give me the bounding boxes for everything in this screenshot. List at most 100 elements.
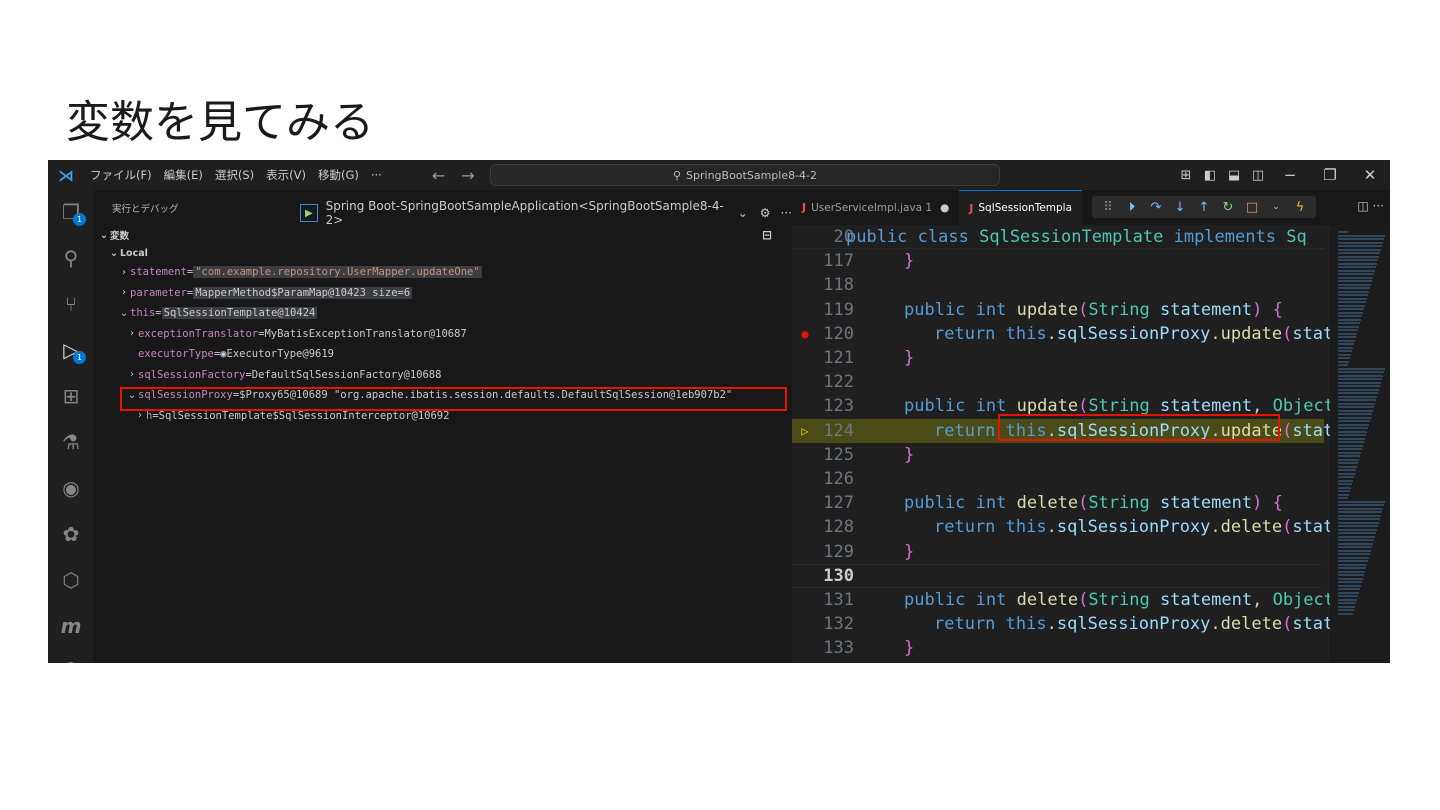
activity-bar: ❐1 ⚲ ⑂ ▷1 ⊞ ⚗ ◉ ✿ ⬡ m ◍ [48, 190, 94, 663]
testing-icon[interactable]: ⚗ [48, 422, 94, 462]
code-line[interactable]: 130 [792, 563, 1324, 588]
gear-icon[interactable]: ⚙ [760, 206, 771, 220]
source-control-icon[interactable]: ⑂ [48, 284, 94, 324]
variable-row[interactable]: ⌄ this = SqlSessionTemplate@10424 [94, 303, 792, 324]
extensions-icon[interactable]: ⊞ [48, 376, 94, 416]
search-icon[interactable]: ⚲ [48, 238, 94, 278]
chevron-right-icon[interactable]: › [126, 328, 138, 339]
minimap-line [1338, 535, 1375, 538]
code-line[interactable]: 118 [792, 273, 1324, 297]
menu-file[interactable]: ファイル(F) [84, 167, 158, 183]
menu-view[interactable]: 表示(V) [260, 167, 312, 183]
package-icon[interactable]: ⬡ [48, 560, 94, 600]
editor-group: J UserServiceImpl.java 1 ● J SqlSessionT… [792, 190, 1390, 663]
launch-config-selector[interactable]: ▶ Spring Boot-SpringBootSampleApplicatio… [300, 199, 792, 227]
code-line[interactable]: 117} [792, 249, 1324, 273]
code-line[interactable]: 129} [792, 540, 1324, 564]
variable-row[interactable]: › exceptionTranslator = MyBatisExceptionT… [94, 324, 792, 345]
mybatis-icon[interactable]: m [48, 606, 94, 646]
code-line[interactable]: 133} [792, 636, 1324, 660]
start-debug-icon[interactable]: ▶ [300, 204, 318, 222]
more-actions-icon[interactable]: ··· [781, 206, 792, 220]
menu-go[interactable]: 移動(G) [312, 167, 365, 183]
step-over-icon[interactable]: ↷ [1144, 200, 1168, 215]
variable-name: exceptionTranslator [138, 327, 259, 340]
minimap[interactable] [1330, 225, 1390, 663]
variable-row[interactable]: › parameter = MapperMethod$ParamMap@10423… [94, 283, 792, 304]
continue-icon[interactable]: ⏵ [1120, 200, 1144, 215]
minimap-line [1338, 262, 1377, 265]
hot-code-replace-icon[interactable]: ϟ [1288, 200, 1312, 215]
step-into-icon[interactable]: ↓ [1168, 200, 1192, 215]
code-line[interactable]: ● 120 return this.sqlSessionProxy.update(s… [792, 322, 1343, 346]
collapse-all-icon[interactable]: ⊟ [762, 228, 772, 242]
variable-row[interactable]: executorType = ◉ ExecutorType@9619 [94, 344, 792, 365]
minimap-line [1338, 472, 1355, 475]
menu-edit[interactable]: 編集(E) [158, 167, 209, 183]
arrow-left-icon[interactable]: ← [424, 166, 453, 185]
run-debug-icon[interactable]: ▷ 1 [48, 330, 94, 370]
panel-title: 実行とデバッグ [112, 204, 179, 215]
chevron-down-icon[interactable]: ⌄ [738, 206, 748, 220]
remote-icon[interactable]: ◍ [48, 648, 94, 663]
minimap-line [1338, 308, 1364, 310]
sticky-scroll-line[interactable]: 20 public class SqlSessionTemplate implem… [792, 225, 1324, 250]
drag-handle-icon[interactable]: ⠿ [1096, 200, 1120, 215]
variable-name: parameter [130, 286, 187, 299]
minimap-line [1338, 574, 1364, 576]
spring-boot-icon[interactable]: ✿ [48, 514, 94, 554]
chevron-right-icon[interactable]: › [134, 410, 146, 421]
code-line[interactable]: 126 [792, 467, 1324, 491]
line-text: public class SqlSessionTemplate implemen… [846, 226, 1307, 247]
code-line[interactable]: 131 public int delete(String statement, O… [792, 588, 1334, 612]
local-scope[interactable]: ⌄ Local [94, 244, 792, 262]
restart-icon[interactable]: ↻ [1216, 200, 1240, 215]
minimap-line [1338, 343, 1354, 345]
tab-sqlsessiontemplate[interactable]: J SqlSessionTempla [959, 190, 1083, 225]
line-number: 120 [823, 323, 854, 344]
customize-layout-icon[interactable]: ⊞ [1174, 168, 1198, 183]
code-line[interactable]: 121} [792, 346, 1324, 370]
minimap-line [1338, 553, 1370, 555]
stop-icon[interactable]: □ [1240, 200, 1264, 215]
minimap-line [1338, 385, 1380, 387]
variable-row[interactable]: › statement = "com.example.repository.Use… [94, 262, 792, 283]
minimap-line [1338, 297, 1367, 300]
toggle-primary-sidebar-icon[interactable]: ◧ [1198, 168, 1222, 183]
code-line[interactable]: 122 [792, 370, 1324, 394]
close-icon[interactable]: ✕ [1350, 166, 1390, 184]
minimap-line [1338, 500, 1385, 503]
toggle-secondary-sidebar-icon[interactable]: ◫ [1246, 168, 1270, 183]
split-editor-icon[interactable]: ◫ ··· [1357, 199, 1384, 213]
code-line[interactable]: 128 return this.sqlSessionProxy.delete(st… [792, 515, 1343, 539]
arrow-right-icon[interactable]: → [453, 166, 482, 185]
code-line[interactable]: 132 return this.sqlSessionProxy.delete(st… [792, 612, 1343, 636]
line-number: 20 [833, 226, 854, 247]
menu-selection[interactable]: 選択(S) [209, 167, 260, 183]
command-center-search[interactable]: ⚲ SpringBootSample8-4-2 [490, 164, 1000, 186]
git-graph-icon[interactable]: ◉ [48, 468, 94, 508]
minimap-line [1338, 542, 1373, 545]
minimap-line [1338, 245, 1382, 247]
step-out-icon[interactable]: ↑ [1192, 200, 1216, 215]
variables-section-header[interactable]: ⌄ 変数 ⊟ [94, 226, 792, 244]
menu-more[interactable]: ··· [365, 168, 388, 182]
variable-row[interactable]: › sqlSessionFactory = DefaultSqlSessionFa… [94, 365, 792, 386]
tab-userserviceimpl[interactable]: J UserServiceImpl.java 1 ● [792, 190, 959, 225]
chevron-right-icon[interactable]: › [118, 267, 130, 278]
minimize-icon[interactable]: − [1270, 166, 1310, 184]
minimap-line [1338, 395, 1377, 398]
debug-badge: 1 [73, 351, 86, 364]
line-number: 126 [823, 469, 854, 490]
chevron-down-icon[interactable]: ⌄ [118, 308, 130, 319]
toggle-panel-icon[interactable]: ⬓ [1222, 168, 1246, 183]
restore-icon[interactable]: ❐ [1310, 166, 1350, 184]
code-line[interactable]: 125} [792, 443, 1324, 467]
chevron-right-icon[interactable]: › [118, 287, 130, 298]
chevron-down-icon[interactable]: ⌄ [1264, 202, 1288, 212]
explorer-icon[interactable]: ❐ 1 [48, 192, 94, 232]
code-editor[interactable]: 20 public class SqlSessionTemplate implem… [792, 225, 1344, 663]
code-line[interactable]: 119 public int update(String statement) { [792, 298, 1324, 322]
code-line[interactable]: 127 public int delete(String statement) { [792, 491, 1324, 515]
chevron-right-icon[interactable]: › [126, 369, 138, 380]
